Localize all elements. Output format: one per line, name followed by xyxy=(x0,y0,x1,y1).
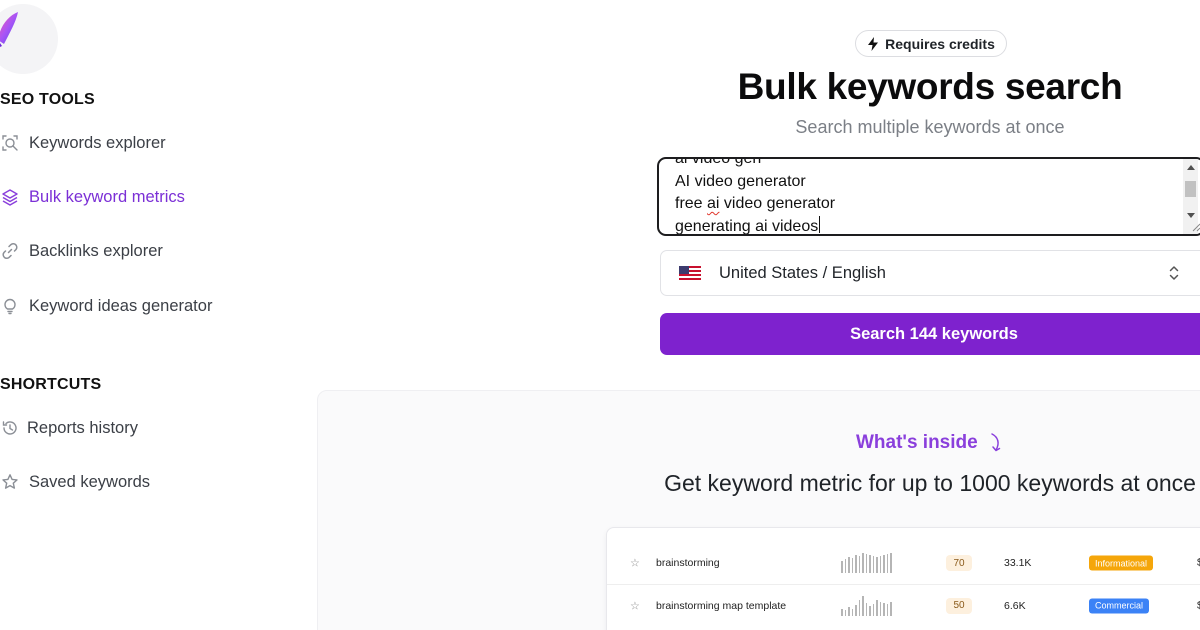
sparkline-bar xyxy=(886,603,888,616)
keyword-cell: brainstorming xyxy=(656,557,720,569)
intent-badge: Informational xyxy=(1089,555,1154,571)
seo-tools-heading: SEO TOOLS xyxy=(0,91,95,108)
sparkline-bar xyxy=(883,555,885,573)
sparkline-bar xyxy=(869,605,871,616)
keyword-line: generating ai videos xyxy=(675,215,835,235)
keyword-cell: brainstorming map template xyxy=(656,599,787,612)
table-row: ☆ brainstorming 70 33.1K Informational $ xyxy=(607,542,1200,584)
whats-inside-headline: Get keyword metric for up to 1000 keywor… xyxy=(664,470,1196,496)
sparkline-bar xyxy=(872,603,874,616)
volume-cell: 33.1K xyxy=(1004,557,1032,569)
whats-inside-label: What's inside xyxy=(856,432,1004,454)
shortcuts-heading: SHORTCUTS xyxy=(0,376,102,393)
sparkline-bar xyxy=(851,558,853,573)
sparkline-bar xyxy=(876,599,878,616)
lightning-icon xyxy=(867,36,879,51)
sparkline-bar xyxy=(844,609,846,616)
sparkline-bar xyxy=(872,556,874,573)
preview-table: ☆ brainstorming 70 33.1K Informational $… xyxy=(606,527,1200,630)
curved-arrow-icon xyxy=(988,432,1004,454)
page-title: Bulk keywords search xyxy=(737,66,1123,107)
intent-badge: Commercial xyxy=(1089,598,1150,613)
sidebar-item-reports-history[interactable]: Reports history xyxy=(0,413,138,443)
search-icon xyxy=(0,133,20,153)
star-icon[interactable]: ☆ xyxy=(630,557,640,570)
sidebar-item-keywords-explorer[interactable]: Keywords explorer xyxy=(0,128,166,158)
link-icon xyxy=(0,241,20,261)
table-row: ☆ brainstorming map template 50 6.6K Com… xyxy=(607,584,1200,626)
sparkline-bar xyxy=(869,555,871,573)
sparkline-bar xyxy=(890,553,892,573)
sparkline-bar xyxy=(890,601,892,616)
keyword-line-partial: ai video gen xyxy=(675,157,762,167)
difficulty-badge: 50 xyxy=(946,597,972,614)
sparkline-bar xyxy=(879,601,881,616)
trend-sparkline xyxy=(841,595,892,616)
sparkline-bar xyxy=(865,602,867,616)
sparkline-bar xyxy=(876,557,878,573)
locale-select[interactable]: United States / English xyxy=(660,250,1200,296)
sparkline-bar xyxy=(879,556,881,573)
lightbulb-icon xyxy=(0,296,20,316)
sparkline-bar xyxy=(844,559,846,573)
sidebar-item-backlinks-explorer[interactable]: Backlinks explorer xyxy=(0,236,163,266)
sparkline-bar xyxy=(855,604,857,616)
page-subtitle: Search multiple keywords at once xyxy=(795,117,1065,137)
sparkline-bar xyxy=(855,555,857,573)
sparkline-bar xyxy=(848,557,850,573)
keyword-line: free ai video generator xyxy=(675,193,835,216)
keyword-line: AI video generator xyxy=(675,172,806,190)
sidebar-item-label: Reports history xyxy=(27,418,138,437)
sparkline-bar xyxy=(848,606,850,616)
us-flag-icon xyxy=(679,266,701,280)
scroll-down-arrow-icon[interactable] xyxy=(1187,213,1195,218)
requires-credits-badge: Requires credits xyxy=(855,30,1007,57)
keywords-text: ai video gen AI video generator free ai … xyxy=(675,157,835,235)
volume-cell: 6.6K xyxy=(1004,599,1026,612)
text-caret xyxy=(819,215,821,233)
sparkline-bar xyxy=(862,553,864,573)
locale-select-value: United States / English xyxy=(719,263,886,282)
sparkline-bar xyxy=(865,554,867,573)
search-keywords-button[interactable]: Search 144 keywords xyxy=(660,313,1200,355)
sidebar-item-saved-keywords[interactable]: Saved keywords xyxy=(0,467,150,497)
sparkline-bar xyxy=(858,556,860,573)
sparkline-bar xyxy=(862,595,864,616)
layers-icon xyxy=(0,187,20,207)
star-icon[interactable]: ☆ xyxy=(630,599,640,612)
badge-label: Requires credits xyxy=(885,35,995,52)
keyword-line-text: free ai video generator xyxy=(675,195,836,212)
sidebar-item-keyword-ideas-generator[interactable]: Keyword ideas generator xyxy=(0,291,212,321)
sparkline-bar xyxy=(841,561,843,573)
scrollbar-thumb[interactable] xyxy=(1185,181,1196,197)
whats-inside-text: What's inside xyxy=(856,432,978,453)
sidebar-item-bulk-keyword-metrics[interactable]: Bulk keyword metrics xyxy=(0,182,185,212)
chevron-up-down-icon xyxy=(1168,264,1180,287)
keyword-line-text: generating ai videos xyxy=(675,217,819,235)
keywords-textarea[interactable]: ai video gen AI video generator free ai … xyxy=(657,157,1200,236)
sidebar-item-label: Backlinks explorer xyxy=(29,241,163,260)
sparkline-bar xyxy=(841,608,843,616)
sparkline-bar xyxy=(883,602,885,616)
sidebar-item-label: Bulk keyword metrics xyxy=(29,187,185,206)
sparkline-bar xyxy=(858,599,860,616)
sidebar-item-label: Keyword ideas generator xyxy=(29,296,213,315)
page: SEO TOOLS Keywords explorer Bulk keyword… xyxy=(0,0,1200,630)
sidebar-item-label: Saved keywords xyxy=(29,472,151,491)
resize-handle-icon[interactable] xyxy=(1191,222,1200,232)
rocket-logo-icon[interactable] xyxy=(0,4,58,74)
trend-sparkline xyxy=(841,553,892,573)
difficulty-badge: 70 xyxy=(946,555,972,571)
scroll-up-arrow-icon[interactable] xyxy=(1187,165,1195,170)
history-icon xyxy=(0,418,20,438)
sparkline-bar xyxy=(851,608,853,616)
star-icon xyxy=(0,472,20,492)
sidebar-item-label: Keywords explorer xyxy=(29,133,166,152)
sparkline-bar xyxy=(886,554,888,573)
